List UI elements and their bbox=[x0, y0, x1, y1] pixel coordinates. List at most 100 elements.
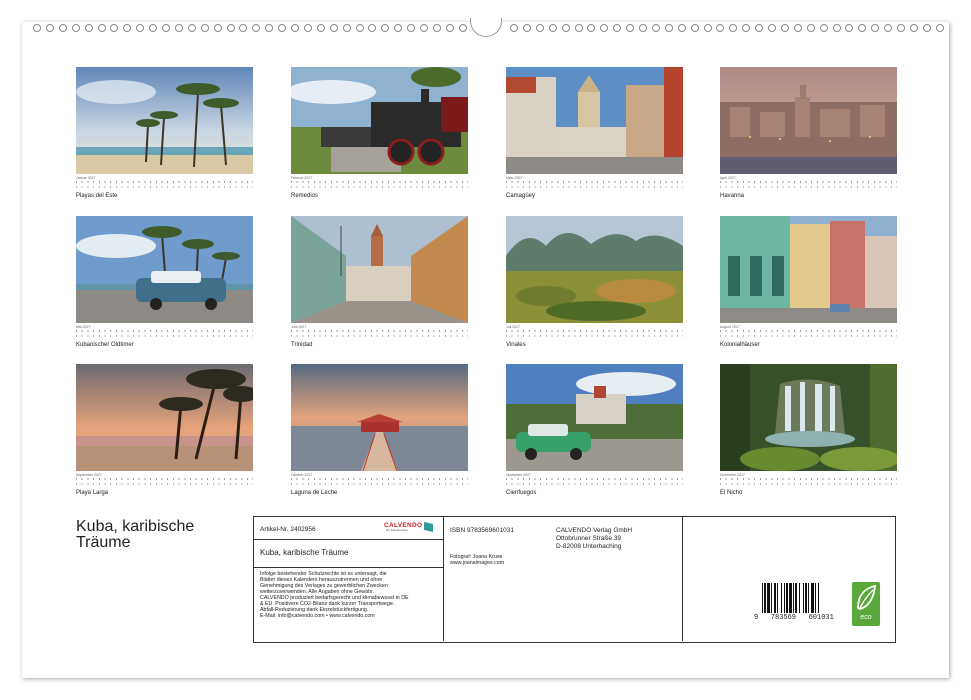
calvendo-logo-text: CALVENDO bbox=[384, 522, 423, 529]
publisher-city: D-82008 Unterhaching bbox=[556, 543, 622, 550]
barcode-bar bbox=[818, 583, 819, 613]
month-photo bbox=[76, 67, 253, 174]
publisher-street: Ottobrunner Straße 39 bbox=[556, 535, 622, 542]
binding-ring bbox=[897, 24, 905, 32]
article-number: Artikel-Nr. 2402956 bbox=[260, 526, 316, 533]
photo-caption: Kolonialhäuser bbox=[720, 342, 760, 348]
binding-ring bbox=[71, 24, 80, 32]
month-tile: Februar 2027 Remedios bbox=[291, 67, 468, 202]
binding-ring bbox=[768, 24, 776, 32]
month-tile: Dezember 2027 El Nicho bbox=[720, 364, 897, 499]
binding-ring bbox=[561, 24, 570, 32]
binding-ring bbox=[600, 24, 609, 32]
day-strip bbox=[291, 477, 468, 487]
binding-ring bbox=[110, 24, 119, 32]
day-strip bbox=[506, 329, 683, 339]
binding-ring bbox=[793, 24, 802, 32]
binding-ring bbox=[729, 24, 738, 32]
barcode-bar bbox=[771, 583, 772, 613]
binding-ring bbox=[574, 24, 583, 32]
binding-ring bbox=[613, 24, 622, 32]
day-strip bbox=[76, 329, 253, 339]
binding-ring bbox=[626, 24, 635, 32]
photo-caption: Havanna bbox=[720, 193, 745, 199]
eco-badge: eco bbox=[852, 582, 880, 626]
binding-ring bbox=[420, 24, 428, 32]
photo-caption: Playa Larga bbox=[76, 490, 109, 496]
binding-ring bbox=[174, 24, 183, 32]
month-tile: März 2027 Camagüey bbox=[506, 67, 683, 202]
photo-caption: El Nicho bbox=[720, 490, 743, 496]
photo-caption: Cienfuegos bbox=[506, 490, 537, 496]
barcode-bar bbox=[781, 583, 782, 613]
binding-ring bbox=[909, 24, 918, 32]
binding-ring bbox=[58, 24, 67, 32]
binding-ring bbox=[316, 24, 325, 32]
month-tile: April 2027 Havanna bbox=[720, 67, 897, 202]
binding-ring bbox=[535, 24, 544, 32]
binding-ring bbox=[187, 24, 196, 32]
barcode-bar bbox=[808, 583, 809, 613]
binding-ring bbox=[884, 24, 893, 32]
binding-ring bbox=[381, 24, 390, 32]
binding-ring bbox=[45, 24, 54, 32]
barcode-bar bbox=[764, 583, 766, 613]
month-photo bbox=[720, 216, 897, 323]
month-photo bbox=[506, 216, 683, 323]
binding-ring bbox=[200, 24, 209, 32]
month-photo bbox=[506, 364, 683, 471]
eco-leaf-icon bbox=[857, 584, 877, 610]
binding-ring bbox=[33, 24, 41, 32]
publisher-info-box: Artikel-Nr. 2402956 CALVENDO Der Kalende… bbox=[253, 516, 896, 643]
binding-ring bbox=[291, 24, 299, 32]
month-photo bbox=[506, 67, 683, 174]
binding-ring bbox=[742, 24, 751, 32]
binding-ring bbox=[703, 24, 712, 32]
day-strip bbox=[506, 477, 683, 487]
binding-ring bbox=[368, 24, 377, 32]
binding-ring bbox=[432, 24, 441, 32]
binding-ring bbox=[407, 24, 416, 32]
binding-ring bbox=[458, 24, 467, 32]
barcode-bar bbox=[767, 583, 770, 613]
calvendo-logo-icon bbox=[424, 522, 433, 532]
calendar-title: Kuba, karibische Träume bbox=[76, 519, 194, 551]
binding-ring bbox=[587, 24, 596, 32]
photo-caption: Laguna de Leche bbox=[291, 490, 338, 496]
binding-ring bbox=[664, 24, 673, 32]
month-photo bbox=[720, 364, 897, 471]
binding-ring bbox=[278, 24, 287, 32]
binding-ring bbox=[445, 24, 454, 32]
binding-ring bbox=[252, 24, 261, 32]
month-tile: Mai 2027 Kubanischer Oldtimer bbox=[76, 216, 253, 351]
calvendo-logo-subtext: Der Kalenderverlag bbox=[386, 529, 408, 532]
month-photo bbox=[291, 364, 468, 471]
month-tile: Juni 2027 Trinidad bbox=[291, 216, 468, 351]
day-strip bbox=[76, 477, 253, 487]
photo-caption: Playas del Este bbox=[76, 193, 118, 199]
barcode-digits: 9 783569 601031 bbox=[754, 614, 834, 622]
day-strip bbox=[720, 477, 897, 487]
barcode-bar bbox=[784, 583, 785, 613]
barcode-bar bbox=[803, 583, 804, 613]
binding-ring bbox=[651, 24, 660, 32]
day-strip bbox=[291, 180, 468, 190]
eco-label: eco bbox=[860, 614, 872, 621]
legal-text: Infolge bestehender Schutzrechte ist es … bbox=[260, 571, 440, 619]
barcode-bar bbox=[789, 583, 792, 613]
day-strip bbox=[720, 180, 897, 190]
binding-ring bbox=[265, 24, 274, 32]
calvendo-logo: CALVENDO Der Kalenderverlag bbox=[384, 522, 436, 534]
binding-ring bbox=[832, 24, 841, 32]
binding-ring bbox=[97, 24, 106, 32]
binding-ring bbox=[871, 24, 880, 32]
publisher-name: CALVENDO Verlag GmbH bbox=[556, 527, 633, 534]
binding-ring bbox=[922, 24, 931, 32]
binding-ring bbox=[548, 24, 557, 32]
barcode-bar bbox=[799, 583, 800, 613]
month-tile: Juli 2027 Vinales bbox=[506, 216, 683, 351]
photo-caption: Vinales bbox=[506, 342, 526, 348]
day-strip bbox=[506, 180, 683, 190]
binding-ring bbox=[806, 24, 815, 32]
barcode-bars bbox=[762, 583, 819, 613]
